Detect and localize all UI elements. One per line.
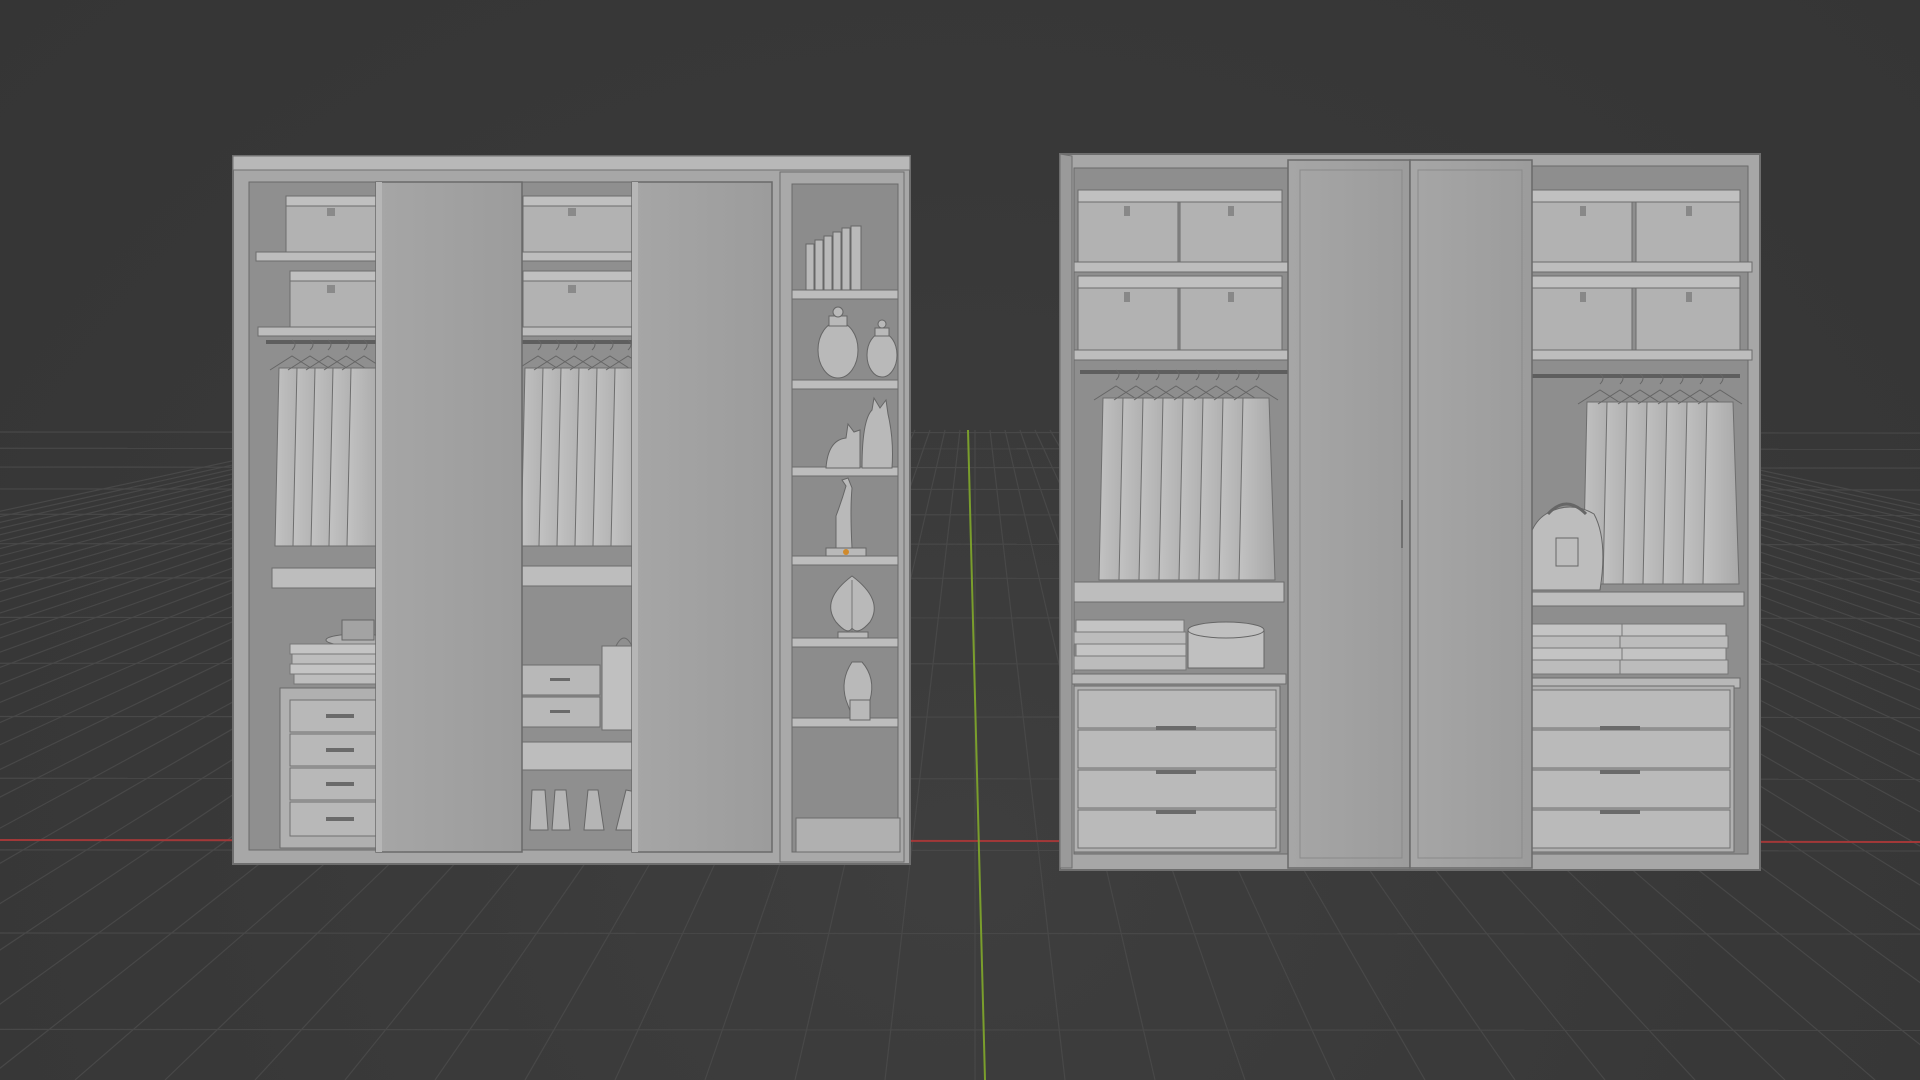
sliding-door[interactable] <box>631 181 773 853</box>
folded-clothes <box>1073 619 1187 671</box>
drawer-unit[interactable] <box>1073 685 1281 853</box>
storage-box <box>1077 189 1283 263</box>
wardrobe-left[interactable] <box>232 155 911 865</box>
hat-box <box>1187 621 1265 669</box>
3d-viewport[interactable] <box>0 0 1920 1080</box>
storage-box <box>1531 189 1741 263</box>
drawer-unit[interactable] <box>1511 685 1735 853</box>
storage-box <box>1077 275 1283 351</box>
y-axis-line <box>967 429 986 1080</box>
storage-box <box>1531 275 1741 351</box>
hinged-door[interactable] <box>1401 159 1533 869</box>
storage-box <box>522 270 634 328</box>
folded-clothes <box>1517 623 1729 675</box>
wardrobe-right[interactable] <box>1059 153 1761 871</box>
sliding-door[interactable] <box>375 181 523 853</box>
hanging-shirts <box>1093 369 1279 581</box>
hanging-shirts <box>515 339 651 547</box>
storage-box <box>289 270 377 328</box>
hinged-door[interactable] <box>1287 159 1411 869</box>
hanging-shirts <box>269 339 387 547</box>
storage-box <box>285 195 377 253</box>
viewport-canvas[interactable] <box>0 0 1920 1080</box>
storage-box <box>522 195 634 253</box>
